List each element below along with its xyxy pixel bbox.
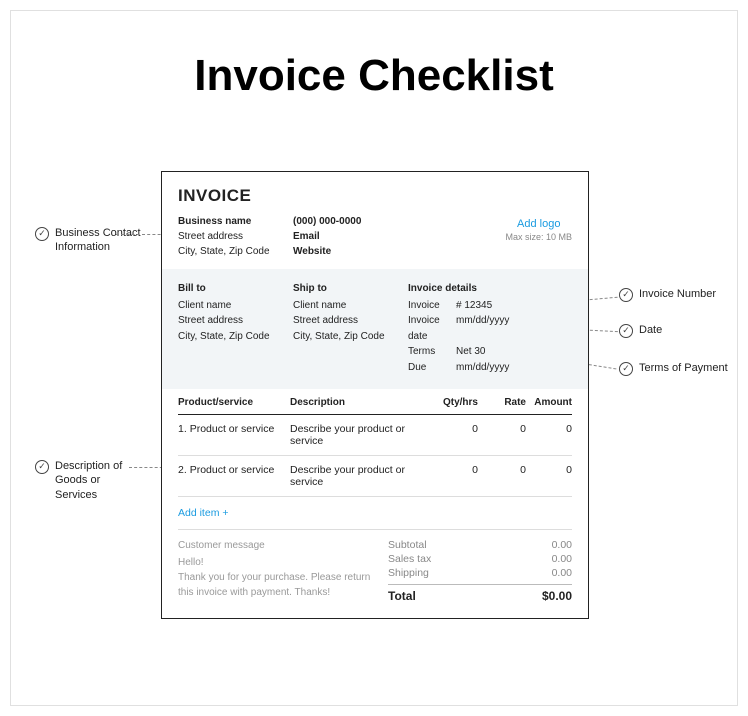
invoice-heading: INVOICE — [178, 186, 572, 206]
bill-to-block: Bill to Client name Street address City,… — [178, 281, 293, 375]
subtotal-label: Subtotal — [388, 539, 427, 551]
invoice-card: INVOICE Business name Street address Cit… — [161, 171, 589, 619]
message-heading: Customer message — [178, 538, 388, 553]
invoice-details-heading: Invoice details — [408, 281, 572, 297]
customer-message: Customer message Hello! Thank you for yo… — [178, 538, 388, 604]
table-row: 1. Product or service Describe your prod… — [178, 415, 572, 456]
tax-label: Sales tax — [388, 553, 431, 565]
bill-to-street: Street address — [178, 313, 293, 329]
col-rate: Rate — [478, 397, 526, 408]
check-icon — [619, 362, 633, 376]
header-row: Business name Street address City, State… — [178, 214, 572, 259]
callout-invoice-number: Invoice Number — [619, 287, 716, 302]
due-value: mm/dd/yyyy — [456, 360, 509, 376]
invoice-details-block: Invoice details Invoice# 12345 Invoice d… — [408, 281, 572, 375]
add-item-button[interactable]: Add item + — [178, 497, 572, 530]
totals-block: Subtotal0.00 Sales tax0.00 Shipping0.00 … — [388, 538, 572, 604]
terms-value: Net 30 — [456, 344, 485, 360]
logo-subtext: Max size: 10 MB — [505, 232, 572, 242]
due-label: Due — [408, 360, 456, 376]
invoice-date-label: Invoice date — [408, 313, 456, 344]
item-desc: Describe your product or service — [290, 423, 430, 447]
col-description: Description — [290, 397, 430, 408]
bill-to-heading: Bill to — [178, 281, 293, 297]
check-icon — [35, 227, 49, 241]
total-label: Total — [388, 589, 416, 603]
item-rate: 0 — [478, 464, 526, 488]
item-product: 2. Product or service — [178, 464, 290, 488]
tax-value: 0.00 — [552, 553, 572, 565]
page-title: Invoice Checklist — [11, 51, 737, 101]
shipping-label: Shipping — [388, 567, 429, 579]
ship-to-block: Ship to Client name Street address City,… — [293, 281, 408, 375]
business-address: Business name Street address City, State… — [178, 214, 293, 259]
card-header: INVOICE Business name Street address Cit… — [162, 172, 588, 269]
contact-block: (000) 000-0000 Email Website — [293, 214, 418, 259]
items-header-row: Product/service Description Qty/hrs Rate… — [178, 389, 572, 415]
item-rate: 0 — [478, 423, 526, 447]
callout-description: Description of Goods or Services — [35, 459, 145, 502]
message-l1: Hello! — [178, 555, 388, 570]
check-icon — [35, 460, 49, 474]
bill-to-name: Client name — [178, 298, 293, 314]
details-band: Bill to Client name Street address City,… — [162, 269, 588, 389]
col-amount: Amount — [526, 397, 572, 408]
col-qty: Qty/hrs — [430, 397, 478, 408]
subtotal-value: 0.00 — [552, 539, 572, 551]
bill-to-csz: City, State, Zip Code — [178, 329, 293, 345]
callout-label: Description of Goods or Services — [55, 459, 145, 502]
item-amount: 0 — [526, 423, 572, 447]
shipping-value: 0.00 — [552, 567, 572, 579]
logo-upload[interactable]: Add logo Max size: 10 MB — [505, 214, 572, 259]
item-qty: 0 — [430, 423, 478, 447]
ship-to-heading: Ship to — [293, 281, 408, 297]
phone: (000) 000-0000 — [293, 214, 418, 229]
invoice-number-value: # 12345 — [456, 298, 492, 314]
message-l2: Thank you for your purchase. Please retu… — [178, 570, 388, 600]
callout-label: Business Contact Information — [55, 226, 145, 255]
invoice-number-label: Invoice — [408, 298, 456, 314]
check-icon — [619, 324, 633, 338]
callout-date: Date — [619, 323, 662, 338]
items-section: Product/service Description Qty/hrs Rate… — [162, 389, 588, 618]
business-csz: City, State, Zip Code — [178, 244, 293, 259]
item-product: 1. Product or service — [178, 423, 290, 447]
item-amount: 0 — [526, 464, 572, 488]
item-desc: Describe your product or service — [290, 464, 430, 488]
invoice-date-value: mm/dd/yyyy — [456, 313, 509, 344]
terms-label: Terms — [408, 344, 456, 360]
footer-row: Customer message Hello! Thank you for yo… — [178, 530, 572, 618]
check-icon — [619, 288, 633, 302]
ship-to-name: Client name — [293, 298, 408, 314]
website: Website — [293, 244, 418, 259]
col-product: Product/service — [178, 397, 290, 408]
callout-terms: Terms of Payment — [619, 361, 728, 376]
callout-label: Date — [639, 323, 662, 337]
business-street: Street address — [178, 229, 293, 244]
item-qty: 0 — [430, 464, 478, 488]
callout-label: Terms of Payment — [639, 361, 728, 375]
total-value: $0.00 — [542, 589, 572, 603]
table-row: 2. Product or service Describe your prod… — [178, 456, 572, 497]
email: Email — [293, 229, 418, 244]
page-frame: Invoice Checklist Business Contact Infor… — [10, 10, 738, 706]
ship-to-csz: City, State, Zip Code — [293, 329, 408, 345]
callout-label: Invoice Number — [639, 287, 716, 301]
ship-to-street: Street address — [293, 313, 408, 329]
business-name: Business name — [178, 214, 293, 229]
add-logo-link[interactable]: Add logo — [505, 218, 572, 230]
callout-business-contact: Business Contact Information — [35, 226, 145, 255]
